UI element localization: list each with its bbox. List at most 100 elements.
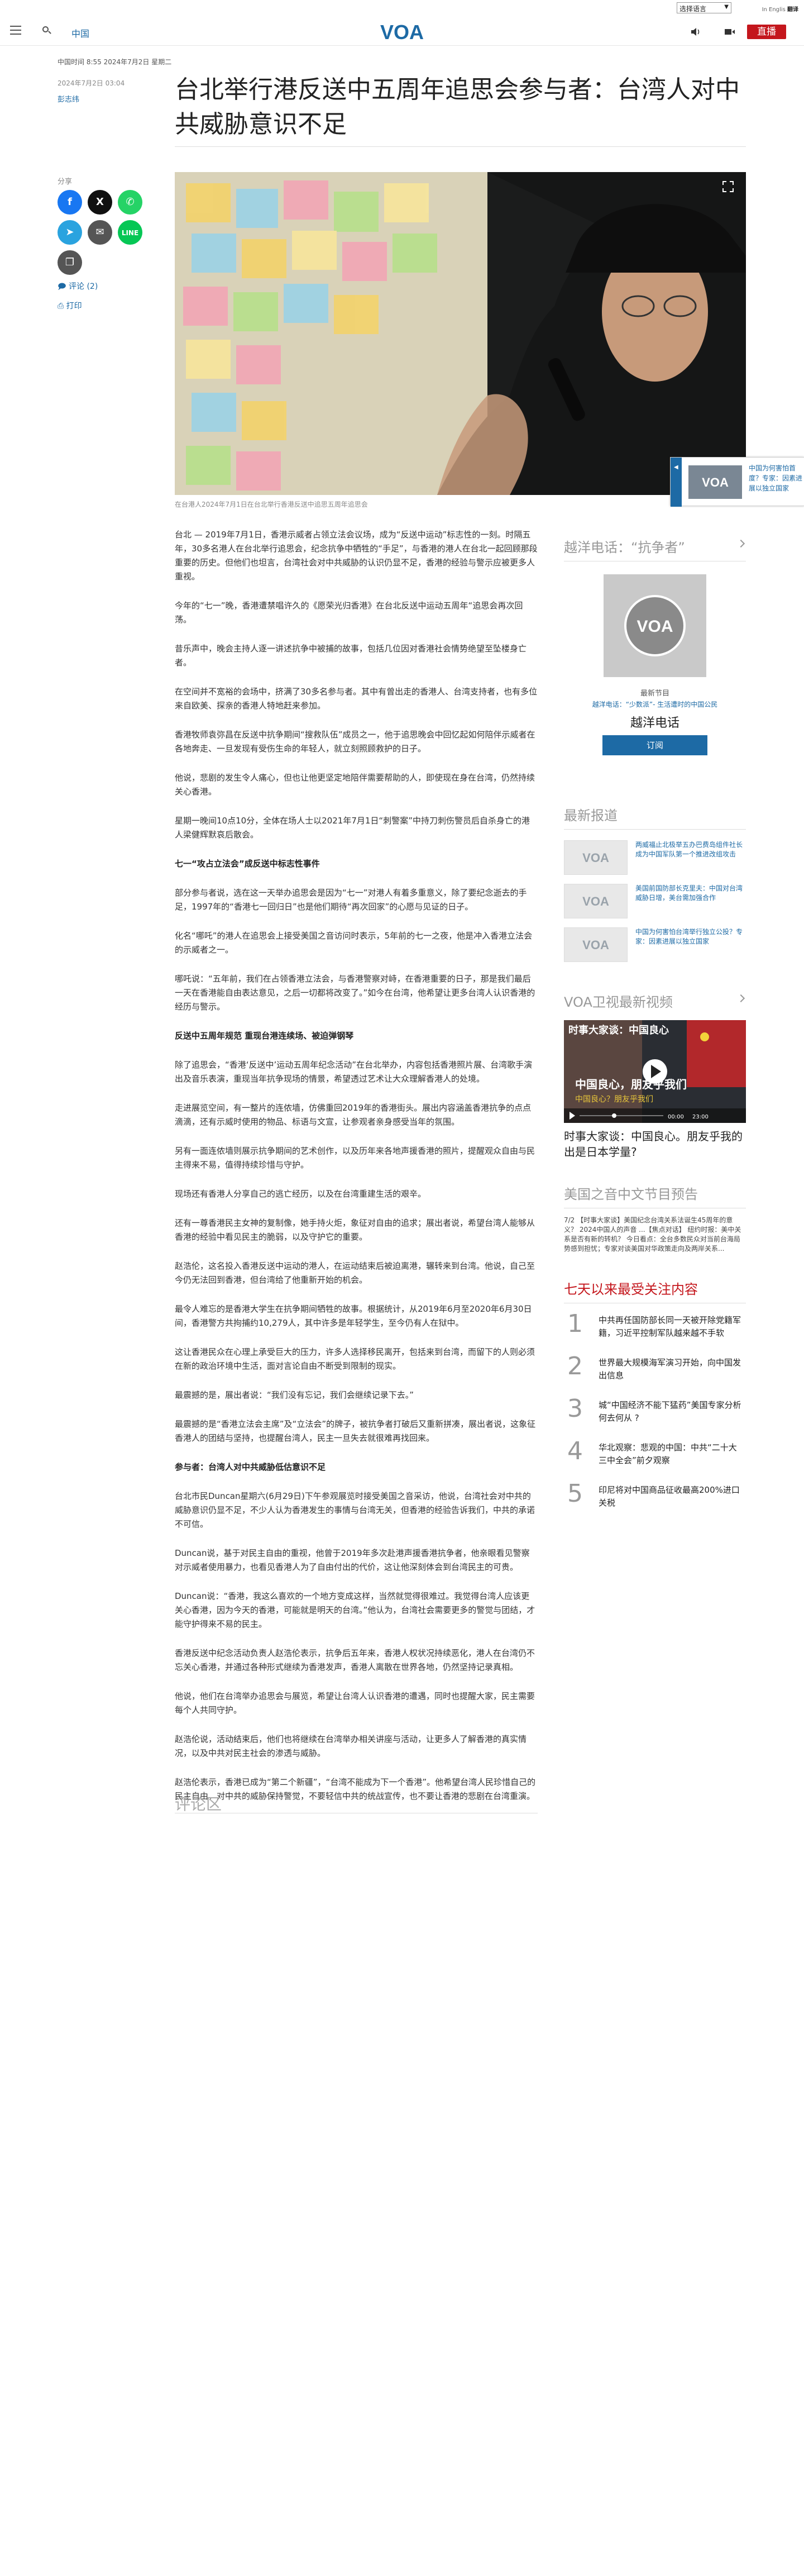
- podcast-title[interactable]: 越洋电话: [564, 713, 746, 731]
- promo-text: 中国为何害怕首度？专家：因素进展以独立国家: [749, 464, 803, 492]
- menu-icon[interactable]: [10, 26, 21, 35]
- rank-title[interactable]: 中共再任国防部长同一天被开除党籍军籍，习近平控制军队越来越不手软: [599, 1314, 744, 1340]
- rank-title[interactable]: 华北观察：悲观的中国：中共“二十大三中全会”前夕观察: [599, 1441, 744, 1467]
- article-body: 台北 — 2019年7月1日，香港示威者占领立法会议场，成为“反送中运动”标志性…: [175, 528, 538, 1818]
- article-paragraph: 赵浩伦说，活动结束后，他们也将继续在台湾举办相关讲座与活动，让更多人了解香港的真…: [175, 1734, 527, 1758]
- svg-text:时事大家谈：中国良心: 时事大家谈：中国良心: [568, 1024, 669, 1036]
- promo-thumbnail: VOA: [688, 465, 742, 499]
- svg-text:23:00: 23:00: [692, 1114, 709, 1120]
- article-subheading: 参与者：台湾人对中共威胁低估意识不足: [175, 1462, 326, 1472]
- english-link[interactable]: In Englis: [762, 7, 786, 13]
- list-item[interactable]: VOA 两威福止北极举五办巴费岛组件社长成为中国军队第一个推进改组攻击: [564, 840, 746, 875]
- video-title[interactable]: 时事大家谈：中国良心。朋友乎我的出是日本学量?: [564, 1129, 746, 1160]
- podcast-heading[interactable]: 越洋电话：“抗争者”: [564, 536, 746, 556]
- rank-number: 2: [567, 1352, 583, 1380]
- chevron-right-icon: ◀: [674, 464, 678, 470]
- video-widget: VOA卫视最新视频 时事大家谈：中国良心 中国良心，朋友乎我们 中国良心？朋友乎…: [564, 991, 746, 1159]
- latest-news-widget: 最新报道 VOA 两威福止北极举五办巴费岛组件社长成为中国军队第一个推进改组攻击…: [564, 804, 746, 972]
- article-paragraph: 还有一尊香港民主女神的复制像，她手持火炬，象征对自由的追求；展出者说，希望台湾人…: [175, 1218, 535, 1242]
- podcast-widget: 越洋电话：“抗争者” VOA 最新节目 越洋电话：“少数派”- 生活遭时的中国公…: [564, 536, 746, 777]
- video-heading[interactable]: VOA卫视最新视频: [564, 991, 746, 1011]
- language-select[interactable]: 选择语言 ▼: [677, 2, 731, 13]
- list-item[interactable]: VOA 美国前国防部长克里夫：中国对台湾威胁日增，美台需加强合作: [564, 884, 746, 918]
- article-paragraph: 部分参与者说，选在这一天举办追思会是因为“七一”对港人有着多重意义，除了要纪念逝…: [175, 888, 527, 912]
- svg-text:VOA: VOA: [702, 475, 729, 489]
- article-paragraph: 他说，他们在台湾举办追思会与展览，希望让台湾人认识香港的遭遇，同时也提醒大家，民…: [175, 1691, 535, 1715]
- list-item[interactable]: 4 华北观察：悲观的中国：中共“二十大三中全会”前夕观察: [564, 1437, 746, 1470]
- article-paragraph: 昔乐声中，晚会主持人逐一讲述抗争中被捕的故事，包括几位因对香港社会情势绝望至坠楼…: [175, 644, 527, 668]
- telegram-icon: ➤: [65, 226, 74, 238]
- voa-logo-mark: VOA: [624, 595, 686, 656]
- site-header: 中国 VOA 直播: [0, 17, 804, 46]
- rank-number: 4: [567, 1437, 583, 1465]
- article-paragraph: 赵浩伦表示，香港已成为“第二个新疆”，“台湾不能成为下一个香港”。他希望台湾人民…: [175, 1777, 536, 1801]
- rank-title[interactable]: 城“中国经济不能下猛药”美国专家分析何去何从 ?: [599, 1399, 744, 1425]
- podcast-episode-link[interactable]: 越洋电话：“少数派”- 生活遭时的中国公民: [564, 699, 746, 709]
- whatsapp-share-button[interactable]: ✆: [118, 190, 142, 215]
- nav-china-link[interactable]: 中国: [71, 26, 89, 40]
- comment-icon: 🗩: [58, 282, 69, 291]
- article-paragraph: 除了追思会，“香港‘反送中’运动五周年纪念活动”在台北举办，内容包括香港照片展、…: [175, 1060, 533, 1084]
- telegram-share-button[interactable]: ➤: [58, 220, 82, 245]
- article-paragraph: 今年的“七一”晚，香港遭禁唱许久的《愿荣光归香港》在台北反送中运动五周年“追思会…: [175, 601, 523, 625]
- podcast-label: 最新节目: [640, 689, 669, 698]
- email-share-button[interactable]: ✉: [88, 220, 112, 245]
- video-icon[interactable]: [724, 27, 735, 36]
- line-share-button[interactable]: LINE: [118, 220, 142, 245]
- podcast-cover[interactable]: VOA: [604, 574, 706, 677]
- translate-link[interactable]: 翻译: [787, 7, 798, 13]
- whatsapp-icon: ✆: [126, 196, 135, 208]
- svg-text:VOA: VOA: [582, 938, 609, 952]
- hero-photo: [175, 172, 746, 495]
- svg-text:中国良心？朋友乎我们: 中国良心？朋友乎我们: [575, 1095, 653, 1104]
- language-links[interactable]: In Englis 翻译: [762, 4, 798, 13]
- facebook-icon: f: [68, 196, 72, 208]
- author-link[interactable]: 彭志纬: [58, 93, 79, 104]
- rank-number: 1: [567, 1310, 583, 1338]
- share-label: 分享: [58, 178, 73, 186]
- article-paragraph: 最令人难忘的是香港大学生在抗争期间牺牲的故事。根据统计，从2019年6月至202…: [175, 1304, 532, 1328]
- copy-link-button[interactable]: ❐: [58, 250, 82, 275]
- x-share-button[interactable]: X: [88, 190, 112, 215]
- voa-logo[interactable]: VOA: [375, 21, 429, 42]
- divider: [175, 146, 746, 147]
- svg-text:VOA: VOA: [380, 21, 424, 42]
- article-paragraph: 赵浩伦，这名投入香港反送中运动的港人，在运动结束后被迫离港，辗转来到台湾。他说，…: [175, 1261, 535, 1285]
- article-paragraph: 最震撼的是“香港立法会主席”及“立法会”的牌子，被抗争者打破后又重新拼凑，展出者…: [175, 1419, 536, 1443]
- news-thumbnail: VOA: [564, 840, 628, 875]
- video-player[interactable]: 时事大家谈：中国良心 中国良心，朋友乎我们 中国良心？朋友乎我们 00:00 2…: [564, 1020, 746, 1123]
- comments-count: 评论 (2): [69, 282, 98, 291]
- article-paragraph: 现场还有香港人分享自己的逃亡经历，以及在台湾重建生活的艰辛。: [175, 1189, 427, 1199]
- comments-heading: 评论区: [175, 1795, 222, 1813]
- program-text[interactable]: 7/2 【时事大家谈】美国纪念台湾关系法诞生45周年的意义？ 2024中国人的声…: [564, 1216, 746, 1254]
- list-item[interactable]: 5 印尼将对中国商品征收最高200%进口关税: [564, 1479, 746, 1513]
- subscribe-button[interactable]: 订阅: [602, 735, 707, 755]
- article-paragraph: 走进展览空间，有一整片的连侬墙，仿佛重回2019年的香港街头。展出内容涵盖香港抗…: [175, 1103, 532, 1127]
- news-thumbnail: VOA: [564, 884, 628, 918]
- print-link[interactable]: ⎙ 打印: [58, 300, 82, 311]
- news-title[interactable]: 中国为何害怕台湾举行独立公投？专家：因素进展以独立国家: [635, 927, 746, 946]
- news-title[interactable]: 两威福止北极举五办巴费岛组件社长成为中国军队第一个推进改组攻击: [635, 840, 746, 859]
- article-paragraph: 香港牧师袁弥昌在反送中抗争期间“搜救队伍”成员之一，他于追思晚会中回忆起如何陪伴…: [175, 730, 535, 754]
- list-item[interactable]: 2 世界最大规模海军演习开始，向中国发出信息: [564, 1352, 746, 1385]
- live-button[interactable]: 直播: [747, 25, 786, 39]
- article-paragraph: 另有一面连侬墙则展示抗争期间的艺术创作，以及历年来各地声援香港的照片，提醒观众自…: [175, 1146, 535, 1170]
- comments-link[interactable]: 🗩 评论 (2): [58, 280, 98, 294]
- svg-text:VOA: VOA: [582, 851, 609, 865]
- list-item[interactable]: 3 城“中国经济不能下猛药”美国专家分析何去何从 ?: [564, 1394, 746, 1428]
- search-icon[interactable]: [41, 25, 52, 36]
- article-paragraph: 他说，悲剧的发生令人痛心，但也让他更坚定地陪伴需要帮助的人，即使现在身在台湾，仍…: [175, 773, 535, 797]
- program-heading[interactable]: 美国之音中文节目预告: [564, 1183, 746, 1203]
- rank-title[interactable]: 世界最大规模海军演习开始，向中国发出信息: [599, 1356, 744, 1382]
- list-item[interactable]: 1 中共再任国防部长同一天被开除党籍军籍，习近平控制军队越来越不手软: [564, 1310, 746, 1343]
- svg-text:VOA: VOA: [636, 617, 673, 636]
- expand-icon[interactable]: [722, 180, 734, 193]
- rank-title[interactable]: 印尼将对中国商品征收最高200%进口关税: [599, 1484, 744, 1510]
- facebook-share-button[interactable]: f: [58, 190, 82, 215]
- article-paragraph: 哪吒说：“五年前，我们在占领香港立法会，与香港警察对峙，在香港重要的日子，那是我…: [175, 974, 535, 1012]
- floating-related-promo[interactable]: ◀ VOA 中国为何害怕首度？专家：因素进展以独立国家: [670, 457, 804, 507]
- news-title[interactable]: 美国前国防部长克里夫：中国对台湾威胁日增，美台需加强合作: [635, 884, 746, 903]
- audio-icon[interactable]: [691, 27, 701, 36]
- list-item[interactable]: VOA 中国为何害怕台湾举行独立公投？专家：因素进展以独立国家: [564, 927, 746, 962]
- program-schedule-widget: 美国之音中文节目预告 7/2 【时事大家谈】美国纪念台湾关系法诞生45周年的意义…: [564, 1183, 746, 1256]
